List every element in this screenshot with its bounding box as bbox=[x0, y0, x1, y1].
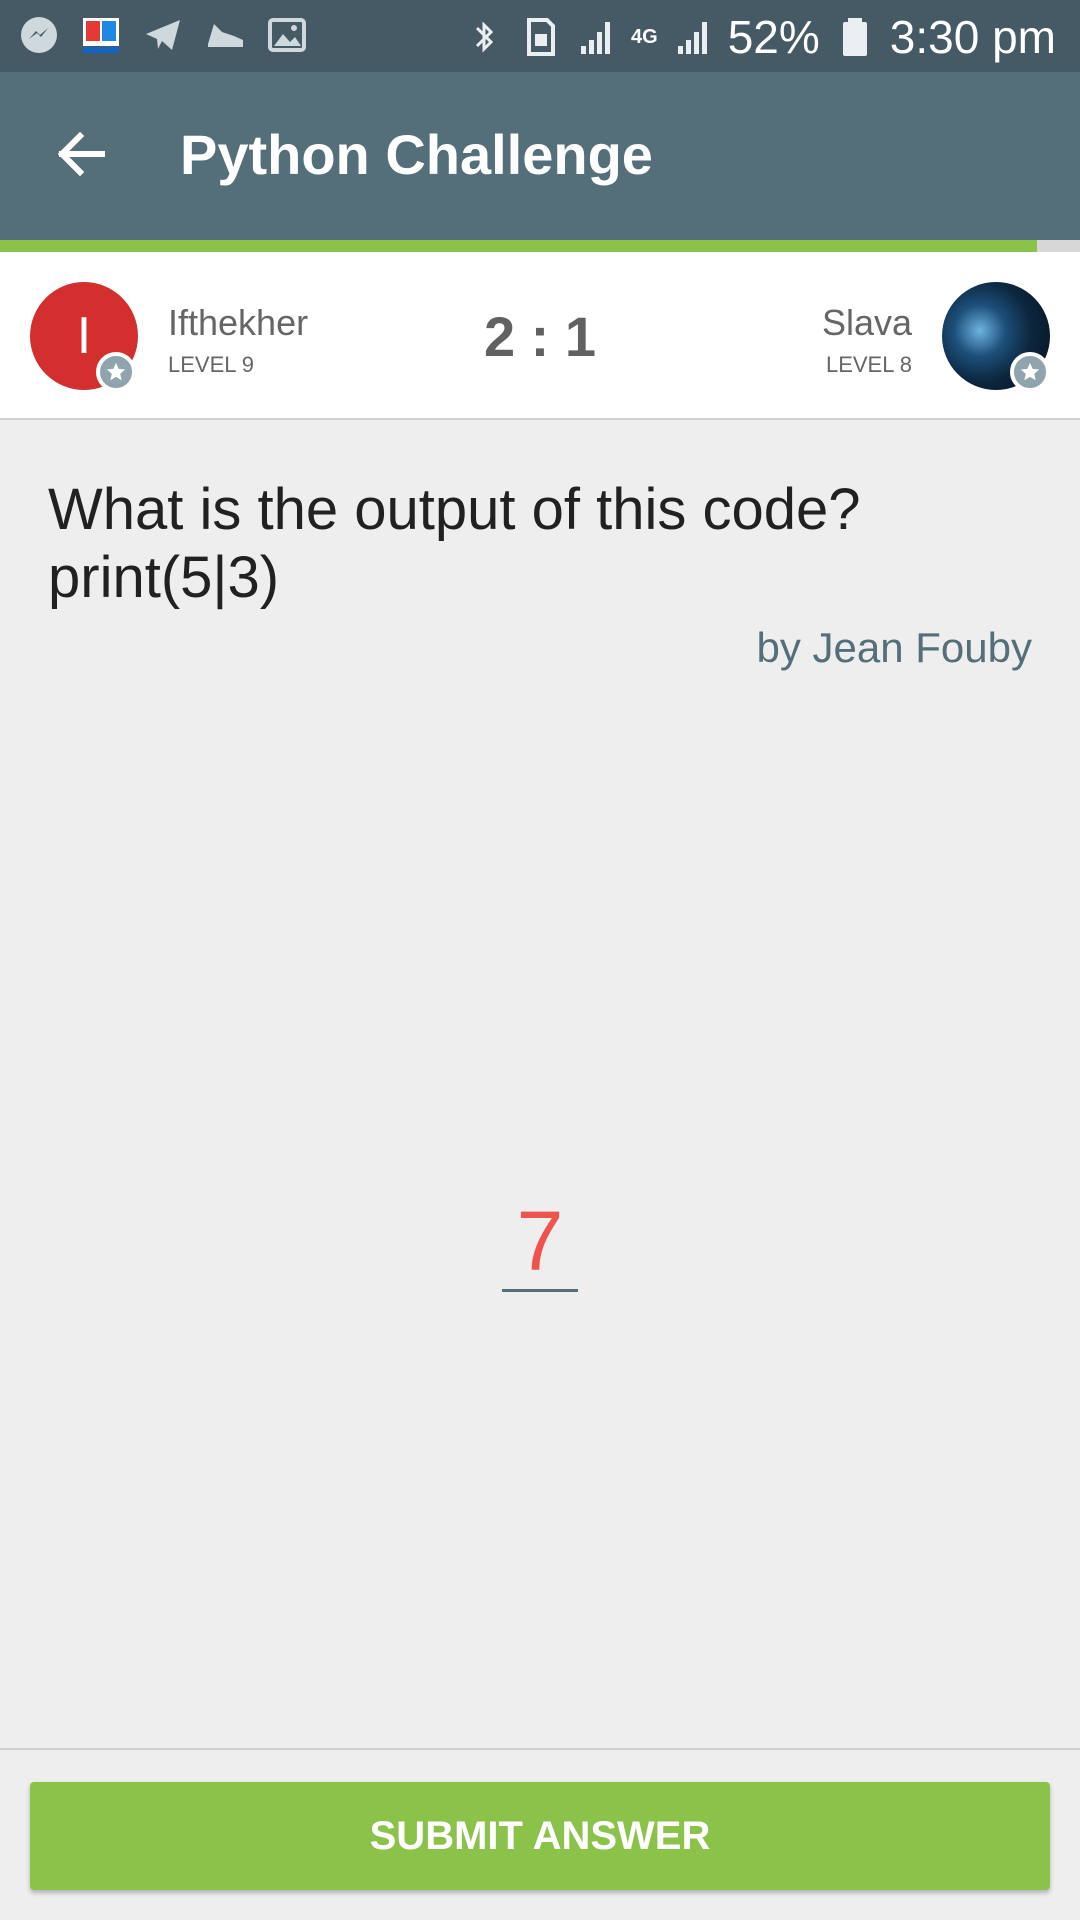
clock: 3:30 pm bbox=[889, 11, 1056, 63]
answer-input[interactable]: 7 bbox=[502, 1190, 578, 1292]
battery-icon bbox=[842, 18, 867, 56]
telegram-icon bbox=[146, 20, 180, 50]
question-line: What is the output of this code? bbox=[48, 477, 861, 542]
system-status: 4G 52% 3:30 pm bbox=[463, 10, 1056, 64]
page-title: Python Challenge bbox=[180, 123, 653, 186]
signal-icon bbox=[581, 22, 611, 54]
sim-icon bbox=[527, 18, 556, 56]
divider bbox=[0, 1748, 1080, 1750]
shoe-icon bbox=[208, 24, 243, 47]
book-app-icon bbox=[83, 18, 119, 53]
back-arrow-icon[interactable] bbox=[52, 124, 112, 184]
question-code: print(5|3) bbox=[48, 545, 280, 610]
signal-icon bbox=[677, 22, 707, 54]
bluetooth-icon bbox=[475, 21, 494, 53]
question-author: by Jean Fouby bbox=[756, 624, 1032, 671]
messenger-icon bbox=[21, 17, 57, 53]
score: 2 : 1 bbox=[483, 305, 597, 368]
players-row: I Ifthekher LEVEL 9 2 : 1 Slava LEVEL 8 bbox=[0, 252, 1080, 420]
image-icon bbox=[268, 18, 306, 52]
player-right-level: LEVEL 8 bbox=[825, 352, 912, 377]
progress-fill bbox=[0, 240, 1037, 252]
submit-answer-button[interactable]: SUBMIT ANSWER bbox=[30, 1782, 1050, 1890]
status-bar: 4G 52% 3:30 pm bbox=[0, 0, 1080, 72]
app-bar: Python Challenge bbox=[0, 72, 1080, 240]
star-icon bbox=[1010, 352, 1050, 392]
question-text: What is the output of this code? print(5… bbox=[48, 476, 1038, 612]
network-type: 4G bbox=[631, 25, 658, 48]
notification-icons bbox=[18, 14, 308, 56]
progress-bar bbox=[0, 240, 1080, 252]
battery-percent: 52% bbox=[727, 11, 820, 63]
player-right-name: Slava bbox=[821, 302, 912, 343]
